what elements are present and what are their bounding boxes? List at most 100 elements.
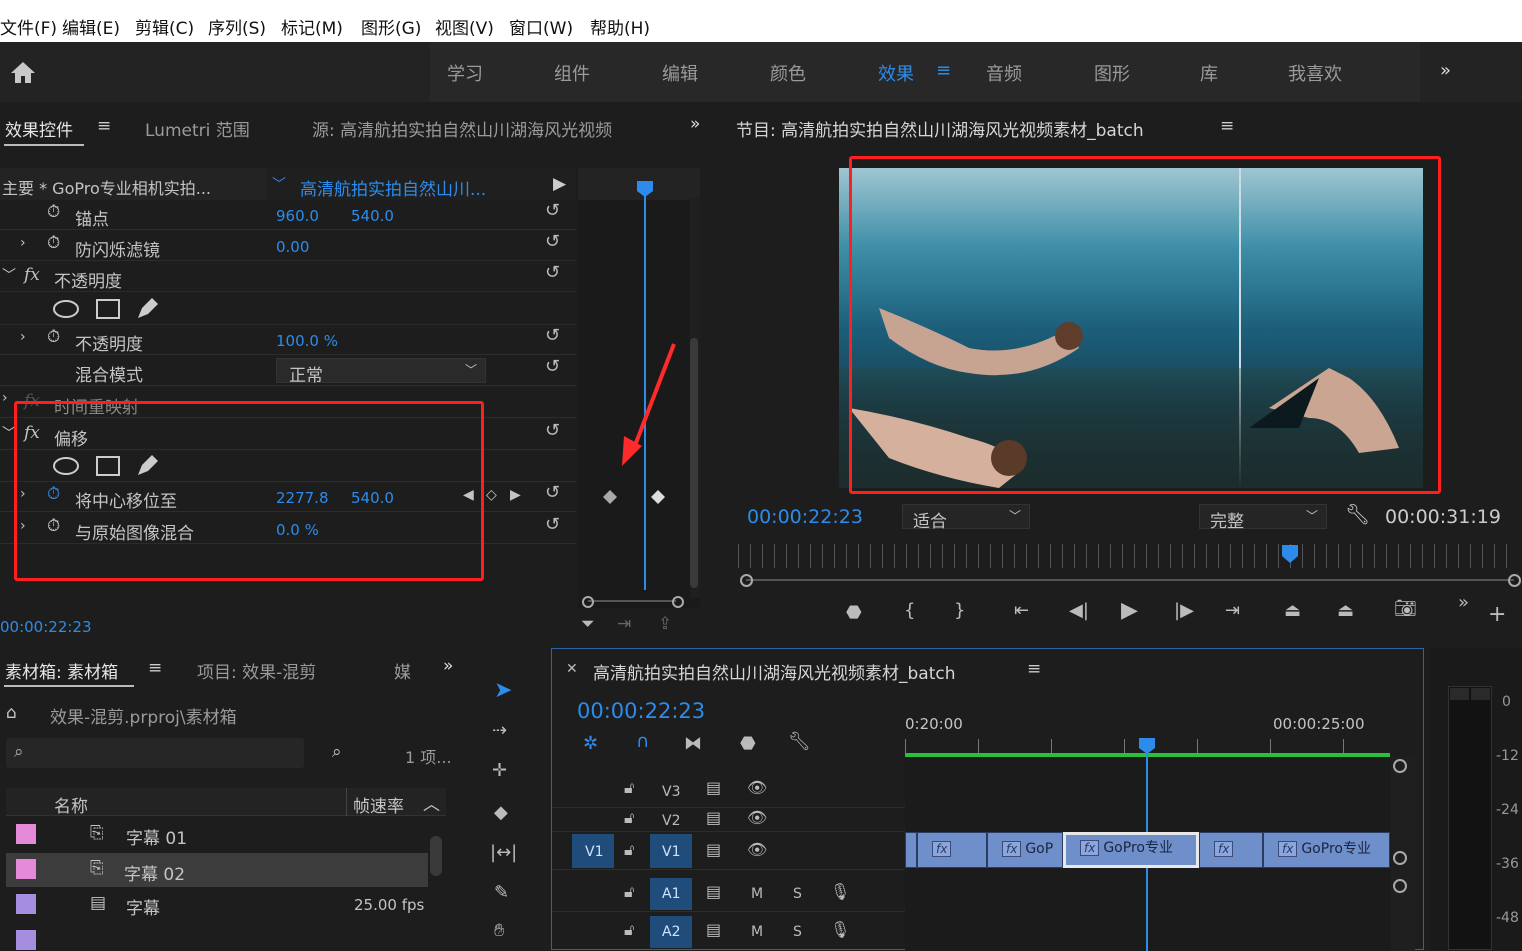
workspace-graphics[interactable]: 图形	[1094, 60, 1130, 86]
button-editor-icon[interactable]: +	[1488, 602, 1506, 627]
track-select-tool-icon[interactable]: ⇢	[492, 720, 507, 741]
new-search-bin-icon[interactable]: ⌕	[332, 742, 342, 762]
workspace-color[interactable]: 颜色	[770, 60, 806, 86]
go-to-out-icon[interactable]: ⇥	[1225, 600, 1240, 621]
rectangle-mask-icon[interactable]	[95, 298, 121, 320]
folder-up-icon[interactable]: ⌂	[6, 703, 17, 723]
sync-lock-icon[interactable]: ▤	[706, 808, 721, 827]
v-scroll-handle[interactable]	[1393, 879, 1407, 893]
list-item[interactable]: ⎘ 字幕 02	[6, 853, 428, 887]
panel-menu-icon[interactable]: ≡	[148, 658, 162, 678]
menu-graphics[interactable]: 图形(G)	[361, 14, 421, 39]
col-name[interactable]: 名称	[54, 792, 88, 817]
add-marker-icon[interactable]: ⬣	[740, 733, 756, 754]
mark-in-icon[interactable]: {	[904, 600, 915, 621]
reset-icon[interactable]: ↺	[545, 231, 560, 252]
lock-icon[interactable]: 🔓︎	[624, 920, 634, 940]
tab-bin[interactable]: 素材箱: 素材箱	[5, 658, 118, 683]
menu-help[interactable]: 帮助(H)	[590, 14, 650, 39]
v-scroll-handle[interactable]	[1393, 759, 1407, 773]
workspace-favorites[interactable]: 我喜欢	[1288, 60, 1342, 86]
bin-search-input[interactable]: ⌕	[6, 738, 304, 768]
reset-icon[interactable]: ↺	[545, 200, 560, 221]
menu-marker[interactable]: 标记(M)	[281, 14, 343, 39]
linked-selection-icon[interactable]: ⧓	[684, 733, 702, 754]
stopwatch-icon[interactable]: ⏱	[47, 202, 60, 222]
expand-chevron-icon[interactable]: ›	[20, 329, 26, 345]
label-color-swatch[interactable]	[16, 859, 36, 879]
panel-menu-icon[interactable]: ≡	[1220, 116, 1234, 136]
label-color-swatch[interactable]	[16, 930, 36, 950]
export-icon[interactable]: ⇪	[658, 614, 672, 634]
more-buttons-icon[interactable]: »	[1458, 592, 1469, 613]
go-to-in-icon[interactable]: ⇤	[1014, 600, 1029, 621]
program-playhead-icon[interactable]	[1281, 544, 1299, 564]
wrench-icon[interactable]: 🔧︎	[1345, 502, 1370, 526]
program-scrub-ruler[interactable]	[738, 544, 1516, 568]
mark-out-icon[interactable]: }	[954, 600, 965, 621]
stopwatch-icon[interactable]: ⏱	[47, 327, 60, 347]
microphone-icon[interactable]: 🎙︎	[830, 882, 850, 901]
track-label[interactable]: V3	[662, 784, 680, 800]
reset-icon[interactable]: ↺	[545, 356, 560, 377]
eye-icon[interactable]: 👁︎	[747, 808, 767, 827]
fx-icon[interactable]: fx	[24, 265, 40, 285]
anchor-y[interactable]: 540.0	[351, 207, 394, 225]
lock-icon[interactable]: 🔓︎	[624, 808, 634, 828]
slip-tool-icon[interactable]: |↔|	[490, 842, 517, 863]
close-icon[interactable]: ✕	[566, 661, 578, 677]
stopwatch-icon[interactable]: ⏱	[47, 233, 60, 253]
col-fps[interactable]: 帧速率	[353, 792, 404, 817]
pen-tool-icon[interactable]: ✎	[494, 882, 509, 903]
workspace-audio[interactable]: 音频	[986, 60, 1022, 86]
eye-icon[interactable]: 👁︎	[747, 778, 767, 797]
reset-icon[interactable]: ↺	[545, 325, 560, 346]
program-timecode[interactable]: 00:00:22:23	[747, 506, 863, 528]
timeline-clip[interactable]: fx GoPro专业	[1263, 832, 1390, 868]
menu-view[interactable]: 视图(V)	[435, 14, 494, 39]
workspace-libraries[interactable]: 库	[1200, 60, 1218, 86]
ec-zoom-bar[interactable]	[582, 596, 684, 608]
ec-timecode[interactable]: 00:00:22:23	[0, 618, 92, 636]
add-marker-icon[interactable]: ⬣	[846, 602, 862, 623]
menu-clip[interactable]: 剪辑(C)	[135, 14, 194, 39]
list-item[interactable]: ▤ 字幕 25.00 fps	[6, 888, 428, 922]
snap-icon[interactable]: ∩	[636, 731, 649, 752]
more-panels-icon[interactable]: »	[690, 114, 700, 134]
microphone-icon[interactable]: 🎙︎	[830, 920, 850, 939]
timeline-clip-selected[interactable]: fx GoPro专业	[1063, 832, 1199, 868]
step-back-icon[interactable]: ◀|	[1069, 600, 1089, 621]
more-panels-icon[interactable]: »	[443, 656, 453, 676]
tab-effect-controls[interactable]: 效果控件	[5, 116, 73, 141]
expand-chevron-icon[interactable]: ›	[2, 390, 8, 406]
timeline-timecode[interactable]: 00:00:22:23	[577, 699, 705, 723]
mute-button[interactable]: M	[751, 924, 763, 940]
label-color-swatch[interactable]	[16, 894, 36, 914]
step-forward-icon[interactable]: |▶	[1174, 600, 1194, 621]
flicker-value[interactable]: 0.00	[276, 238, 309, 256]
timeline-settings-icon[interactable]: 🔧︎	[788, 731, 811, 752]
timeline-clip[interactable]	[905, 832, 917, 868]
workspace-assembly[interactable]: 组件	[554, 60, 590, 86]
track-label[interactable]: V2	[662, 813, 680, 829]
reset-icon[interactable]: ↺	[545, 262, 560, 283]
eye-icon[interactable]: 👁︎	[747, 840, 767, 859]
anchor-x[interactable]: 960.0	[276, 207, 319, 225]
lock-icon[interactable]: 🔓︎	[624, 778, 634, 798]
keyframe-diamond-1[interactable]	[602, 489, 618, 505]
lift-icon[interactable]: ⏏	[1284, 600, 1301, 621]
panel-menu-icon[interactable]: ≡	[97, 116, 111, 136]
sort-ascending-icon[interactable]: ︿	[423, 790, 440, 815]
razor-tool-icon[interactable]: ◆	[494, 802, 508, 823]
extract-icon[interactable]: ⏏	[1337, 600, 1354, 621]
tab-source[interactable]: 源: 高清航拍实拍自然山川湖海风光视频	[312, 116, 657, 141]
play-only-clip-icon[interactable]: ▶	[553, 174, 566, 194]
timeline-clip[interactable]: fx	[917, 832, 987, 868]
opacity-value[interactable]: 100.0 %	[276, 332, 338, 350]
program-zoom-bar[interactable]	[740, 574, 1521, 587]
ripple-edit-tool-icon[interactable]: ✛	[492, 760, 507, 781]
filter-icon[interactable]: ⏷	[581, 614, 595, 634]
blend-mode-select[interactable]: 正常 ﹀	[276, 358, 486, 386]
more-workspaces-icon[interactable]: »	[1440, 60, 1451, 81]
play-icon[interactable]: ▶	[1121, 598, 1138, 623]
